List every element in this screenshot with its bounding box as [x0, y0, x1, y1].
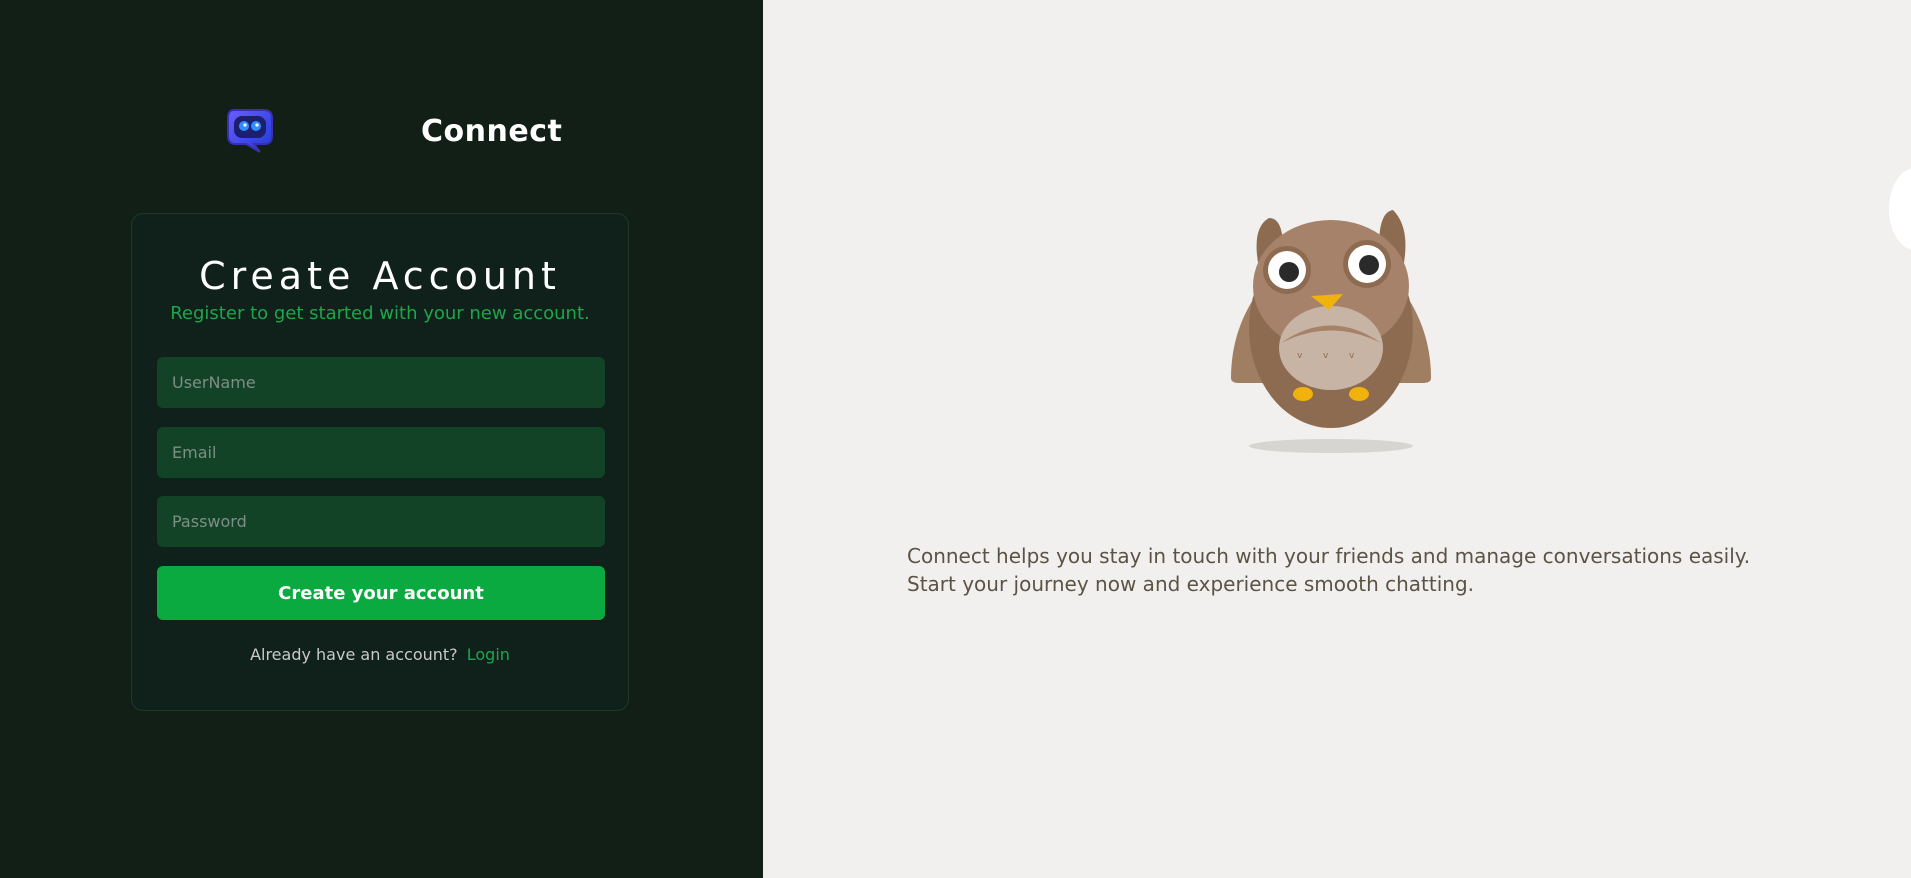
form-title: Create Account: [199, 254, 561, 298]
edge-toggle[interactable]: [1889, 168, 1911, 250]
email-input[interactable]: [157, 427, 605, 478]
right-panel: v v v Connect helps you stay in touch wi…: [763, 0, 1911, 878]
tagline: Connect helps you stay in touch with you…: [907, 544, 1751, 596]
left-panel: Connect Create Account Register to get s…: [0, 0, 763, 878]
signup-card: Create Account Register to get started w…: [131, 213, 629, 711]
chat-bubble-robot-icon: [227, 109, 273, 153]
brand-header: Connect: [224, 106, 562, 160]
owl-icon: v v v: [1231, 210, 1431, 453]
login-link[interactable]: Login: [467, 645, 510, 664]
form-subtitle: Register to get started with your new ac…: [170, 303, 590, 324]
svg-text:v: v: [1349, 351, 1355, 361]
username-input[interactable]: [157, 357, 605, 408]
login-row: Already have an account? Login: [132, 645, 628, 664]
signup-page: Connect Create Account Register to get s…: [0, 0, 1911, 878]
password-input[interactable]: [157, 496, 605, 547]
svg-text:v: v: [1323, 351, 1329, 361]
create-account-button[interactable]: Create your account: [157, 566, 605, 620]
login-prompt: Already have an account?: [250, 645, 458, 664]
brand-name: Connect: [421, 114, 563, 149]
svg-text:v: v: [1297, 351, 1303, 361]
